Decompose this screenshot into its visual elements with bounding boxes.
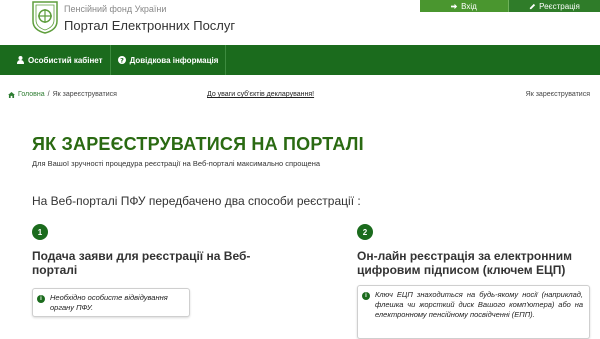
nav-item-cabinet[interactable]: Особистий кабінет xyxy=(10,45,111,75)
nav-item-label: Довідкова інформація xyxy=(129,55,219,65)
question-circle-icon: ? xyxy=(117,56,126,64)
portal-name[interactable]: Портал Електронних Послуг xyxy=(64,18,235,33)
info-note-text: Ключ ЕЦП знаходиться на будь-якому носії… xyxy=(375,290,583,319)
user-icon xyxy=(17,56,24,64)
page-label-right: Як зареєструватися xyxy=(525,91,590,98)
step-number-badge: 1 xyxy=(32,224,48,240)
nav-item-help[interactable]: ? Довідкова інформація xyxy=(111,45,227,75)
lead-text: На Веб-порталі ПФУ передбачено два спосо… xyxy=(32,194,361,208)
login-label: Вхід xyxy=(461,1,477,11)
sign-in-icon xyxy=(451,3,458,9)
auth-buttons: Вхід Реєстрація xyxy=(420,0,600,12)
nav-item-label: Особистий кабінет xyxy=(28,55,103,65)
register-button[interactable]: Реєстрація xyxy=(508,0,600,12)
pfu-logo[interactable] xyxy=(32,1,58,34)
method-title-application: Подача заяви для реєстрації на Веб-порта… xyxy=(32,249,251,277)
svg-text:?: ? xyxy=(120,56,124,64)
top-header: Пенсійний фонд України Портал Електронни… xyxy=(0,0,600,46)
login-button[interactable]: Вхід xyxy=(420,0,508,12)
breadcrumb: Головна / Як зареєструватися xyxy=(8,91,117,98)
page-subtitle: Для Вашої зручності процедура реєстрації… xyxy=(32,159,321,168)
breadcrumb-home[interactable]: Головна xyxy=(18,91,45,98)
info-note-digital-signature: i Ключ ЕЦП знаходиться на будь-якому нос… xyxy=(357,285,590,339)
breadcrumb-current: Як зареєструватися xyxy=(52,91,117,98)
org-name: Пенсійний фонд України xyxy=(64,4,167,14)
register-label: Реєстрація xyxy=(539,1,580,11)
main-nav: Особистий кабінет ? Довідкова інформація xyxy=(0,45,600,75)
info-icon: i xyxy=(362,292,370,300)
info-icon: i xyxy=(37,295,45,303)
step-number-badge: 2 xyxy=(357,224,373,240)
declarants-notice-link[interactable]: До уваги суб'єктів декларування! xyxy=(207,91,314,98)
pencil-icon xyxy=(529,3,536,9)
page-title: ЯК ЗАРЕЄСТРУВАТИСЯ НА ПОРТАЛІ xyxy=(32,134,364,154)
method-title-digital-signature: Он-лайн реєстрація за електронним цифров… xyxy=(357,249,572,277)
home-icon xyxy=(8,91,15,98)
info-note-application: i Необхідно особисте відвідування органу… xyxy=(32,288,190,317)
info-note-text: Необхідно особисте відвідування органу П… xyxy=(50,293,168,312)
breadcrumb-separator: / xyxy=(47,91,50,98)
